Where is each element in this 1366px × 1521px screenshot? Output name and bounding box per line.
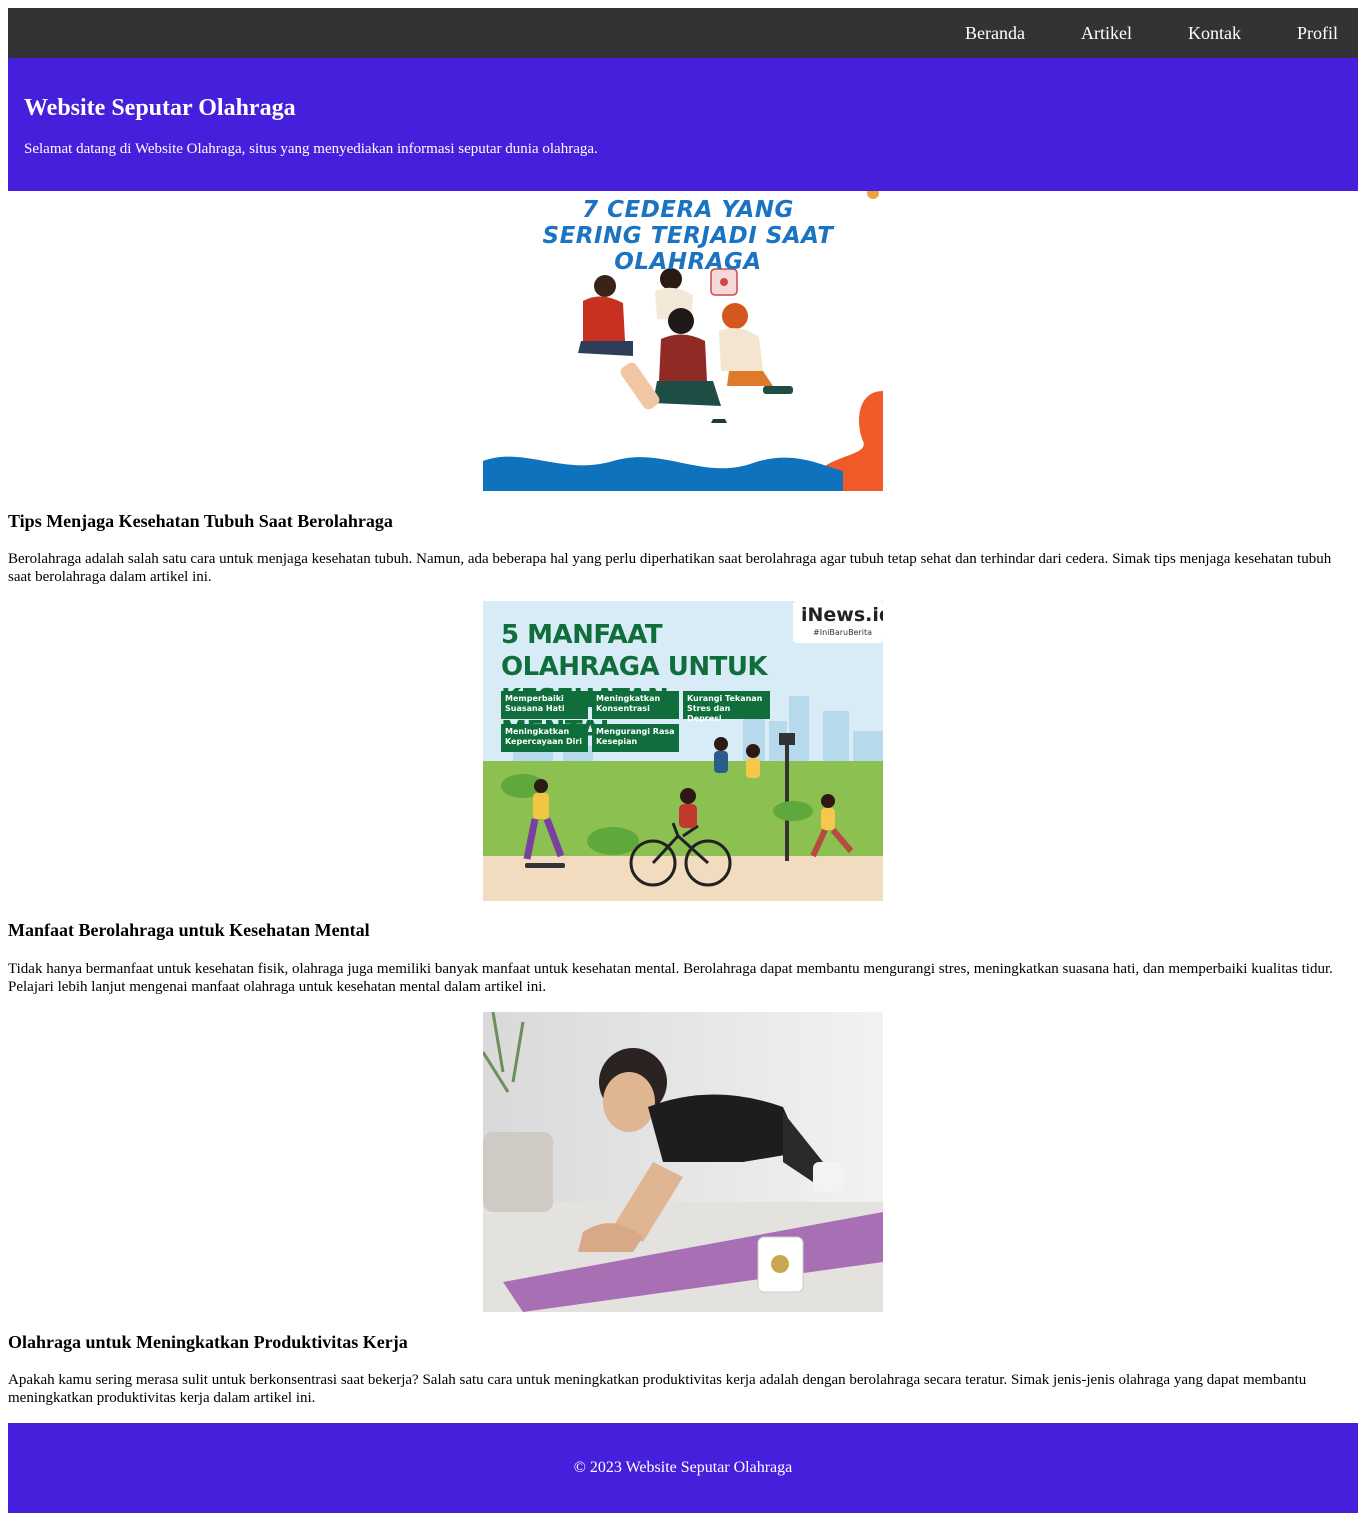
site-title: Website Seputar Olahraga xyxy=(24,95,296,121)
benefit-box-2: Meningkatkan Konsentrasi xyxy=(596,694,661,713)
article-2-title: Manfaat Berolahraga untuk Kesehatan Ment… xyxy=(8,920,370,940)
top-nav: Beranda Artikel Kontak Profil xyxy=(8,8,1358,58)
benefit-box-5: Mengurangi Rasa Kesepian xyxy=(596,727,675,746)
site-subtitle: Selamat datang di Website Olahraga, situ… xyxy=(24,141,598,157)
benefit-box-3: Kurangi Tekanan Stres dan Depresi xyxy=(687,694,763,723)
article-2-body: Tidak hanya bermanfaat untuk kesehatan f… xyxy=(8,961,1333,995)
article-1-body: Berolahraga adalah salah satu cara untuk… xyxy=(8,551,1332,585)
article-3-image xyxy=(483,1012,883,1312)
article-2: 5 MANFAAT OLAHRAGA UNTUK KESEHATAN MENTA… xyxy=(8,601,1358,1012)
nav-link-kontak[interactable]: Kontak xyxy=(1188,23,1241,44)
plank-photo xyxy=(483,1012,883,1312)
benefit-box-1: Memperbaiki Suasana Hati xyxy=(505,694,565,713)
article-3-title: Olahraga untuk Meningkatkan Produktivita… xyxy=(8,1332,408,1352)
nav-link-profil[interactable]: Profil xyxy=(1297,23,1338,44)
hero-header: Website Seputar Olahraga Selamat datang … xyxy=(8,58,1358,191)
brand-tagline: #IniBaruBerita xyxy=(813,628,873,637)
article-3: Olahraga untuk Meningkatkan Produktivita… xyxy=(8,1012,1358,1407)
benefit-box-4: Meningkatkan Kepercayaan Diri xyxy=(505,727,583,746)
article-1-title: Tips Menjaga Kesehatan Tubuh Saat Berola… xyxy=(8,511,393,531)
page: Beranda Artikel Kontak Profil Website Se… xyxy=(8,8,1358,1513)
site-footer: © 2023 Website Seputar Olahraga xyxy=(8,1423,1358,1513)
article-3-body: Apakah kamu sering merasa sulit untuk be… xyxy=(8,1372,1307,1406)
nav-link-artikel[interactable]: Artikel xyxy=(1081,23,1132,44)
article-1-image-caption: 7 CEDERA YANG SERING TERJADI SAAT OLAHRA… xyxy=(542,197,834,275)
article-2-image: 5 MANFAAT OLAHRAGA UNTUK KESEHATAN MENTA… xyxy=(483,601,883,901)
nav-link-beranda[interactable]: Beranda xyxy=(965,23,1025,44)
article-1: 7 CEDERA YANG SERING TERJADI SAAT OLAHRA… xyxy=(8,191,1358,585)
brand-logo: iNews.id xyxy=(801,604,883,626)
footer-copyright: © 2023 Website Seputar Olahraga xyxy=(573,1459,793,1476)
article-1-image: 7 CEDERA YANG SERING TERJADI SAAT OLAHRA… xyxy=(483,191,883,491)
